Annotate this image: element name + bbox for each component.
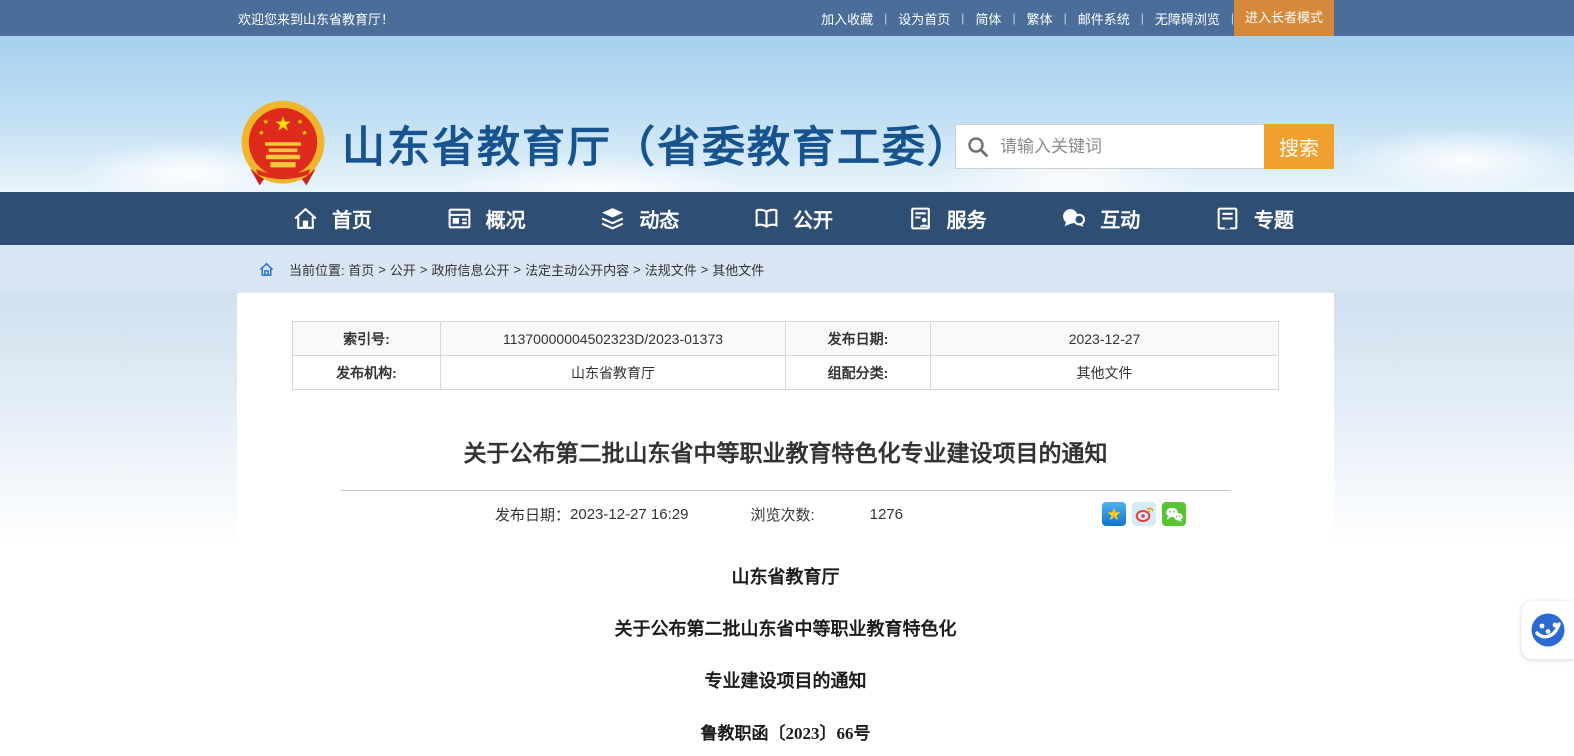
link-simplified[interactable]: 简体	[964, 9, 1012, 28]
wechat-icon[interactable]	[1162, 502, 1186, 526]
nav-item-interaction[interactable]: 互动	[1060, 192, 1140, 245]
article-title: 关于公布第二批山东省中等职业教育特色化专业建设项目的通知	[237, 434, 1334, 468]
link-accessibility[interactable]: 无障碍浏览	[1144, 9, 1231, 28]
publish-date-label: 发布日期：	[495, 504, 570, 525]
breadcrumb: 当前位置: 首页 > 公开 > 政府信息公开 > 法定主动公开内容 > 法规文件…	[258, 260, 764, 279]
svg-text:★: ★	[297, 117, 303, 126]
document-info-table: 索引号: 11370000004502323D/2023-01373 发布日期:…	[292, 321, 1279, 390]
breadcrumb-item[interactable]: 法规文件	[645, 260, 697, 279]
category-value: 其他文件	[931, 356, 1279, 390]
publisher-label: 发布机构:	[293, 356, 441, 390]
breadcrumb-item[interactable]: 政府信息公开	[431, 260, 509, 279]
page-background: 索引号: 11370000004502323D/2023-01373 发布日期:…	[0, 293, 1574, 756]
document-body: 山东省教育厅 关于公布第二批山东省中等职业教育特色化 专业建设项目的通知 鲁教职…	[237, 563, 1334, 744]
article-meta: 发布日期： 2023-12-27 16:29 浏览次数: 1276 ★ Z	[237, 491, 1334, 537]
search-box: 搜索	[955, 124, 1334, 169]
table-row: 发布机构: 山东省教育厅 组配分类: 其他文件	[293, 356, 1279, 390]
publish-date-value: 2023-12-27 16:29	[570, 506, 688, 523]
publish-date-value: 2023-12-27	[931, 322, 1279, 356]
topic-icon	[1214, 205, 1241, 232]
site-brand: ★ ★ ★ ★ ★ 山东省教育厅（省委教育工委）	[238, 98, 972, 190]
main-nav: 首页 概况 动态 公开 服务 互动	[0, 192, 1574, 245]
index-number-label: 索引号:	[293, 322, 441, 356]
doc-line: 专业建设项目的通知	[237, 667, 1334, 693]
nav-item-topics[interactable]: 专题	[1214, 192, 1294, 245]
publish-date-label: 发布日期:	[786, 322, 931, 356]
news-icon	[599, 205, 626, 232]
svg-text:★: ★	[274, 114, 292, 136]
nav-item-overview[interactable]: 概况	[446, 192, 526, 245]
nav-item-home[interactable]: 首页	[292, 192, 372, 245]
site-title: 山东省教育厅（省委教育工委）	[342, 113, 972, 175]
national-emblem-logo: ★ ★ ★ ★ ★	[238, 98, 328, 190]
nav-item-services[interactable]: 服务	[907, 192, 987, 245]
doc-line: 关于公布第二批山东省中等职业教育特色化	[237, 615, 1334, 641]
search-icon	[956, 125, 1000, 168]
category-label: 组配分类:	[786, 356, 931, 390]
open-book-icon	[753, 205, 780, 232]
link-add-favorite[interactable]: 加入收藏	[810, 9, 884, 28]
search-button[interactable]: 搜索	[1264, 124, 1334, 169]
publisher-value: 山东省教育厅	[441, 356, 786, 390]
site-header: ★ ★ ★ ★ ★ 山东省教育厅（省委教育工委） 搜索	[0, 36, 1574, 192]
link-mail-system[interactable]: 邮件系统	[1067, 9, 1141, 28]
link-traditional[interactable]: 繁体	[1016, 9, 1064, 28]
elder-mode-button[interactable]: 进入长者模式	[1234, 0, 1334, 36]
svg-text:★: ★	[301, 128, 307, 137]
breadcrumb-strip: 当前位置: 首页 > 公开 > 政府信息公开 > 法定主动公开内容 > 法规文件…	[0, 245, 1574, 293]
interaction-icon	[1060, 205, 1087, 232]
content-card: 索引号: 11370000004502323D/2023-01373 发布日期:…	[237, 293, 1334, 756]
svg-text:★: ★	[263, 117, 269, 126]
views-count: 1276	[870, 506, 903, 523]
doc-line: 山东省教育厅	[237, 563, 1334, 589]
weibo-icon[interactable]	[1132, 502, 1156, 526]
breadcrumb-label: 当前位置:	[289, 260, 345, 279]
breadcrumb-home-icon	[258, 261, 275, 278]
search-input[interactable]	[1000, 125, 1264, 168]
breadcrumb-current[interactable]: 其他文件	[712, 260, 764, 279]
table-row: 索引号: 11370000004502323D/2023-01373 发布日期:…	[293, 322, 1279, 356]
nav-item-news[interactable]: 动态	[599, 192, 679, 245]
topbar-links: 加入收藏 | 设为首页 | 简体 | 繁体 | 邮件系统 | 无障碍浏览 | 进…	[810, 0, 1334, 36]
nav-item-disclosure[interactable]: 公开	[753, 192, 833, 245]
share-buttons: ★ Z	[1102, 502, 1186, 526]
service-icon	[907, 205, 934, 232]
index-number-value: 11370000004502323D/2023-01373	[441, 322, 786, 356]
home-icon	[292, 205, 319, 232]
share-network-icon	[1530, 612, 1566, 648]
doc-number: 鲁教职函〔2023〕66号	[237, 719, 1334, 744]
breadcrumb-item[interactable]: 法定主动公开内容	[525, 260, 629, 279]
svg-text:Z: Z	[1112, 510, 1117, 519]
breadcrumb-item[interactable]: 首页	[348, 260, 374, 279]
floating-share-widget[interactable]	[1522, 601, 1574, 659]
welcome-text: 欢迎您来到山东省教育厅！	[238, 9, 394, 28]
topbar: 欢迎您来到山东省教育厅！ 加入收藏 | 设为首页 | 简体 | 繁体 | 邮件系…	[0, 0, 1574, 36]
breadcrumb-item[interactable]: 公开	[390, 260, 416, 279]
qzone-icon[interactable]: ★ Z	[1102, 502, 1126, 526]
link-set-homepage[interactable]: 设为首页	[887, 9, 961, 28]
svg-text:★: ★	[258, 128, 264, 137]
overview-icon	[446, 205, 473, 232]
views-label: 浏览次数:	[750, 504, 814, 525]
